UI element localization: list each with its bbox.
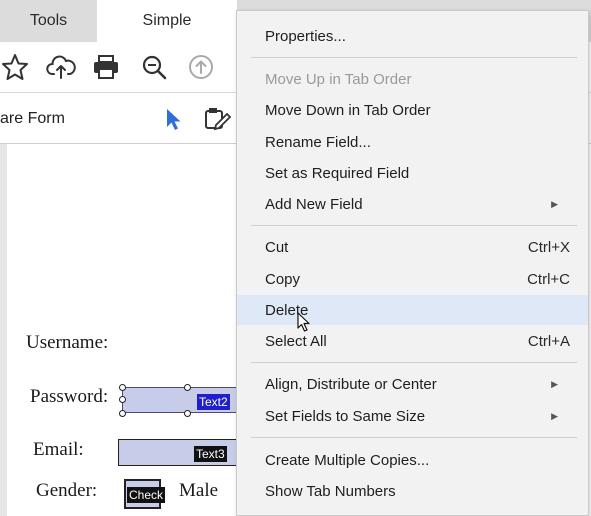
menu-item-set-same-size[interactable]: Set Fields to Same Size ▶ <box>237 401 588 431</box>
resize-handle[interactable] <box>119 396 126 403</box>
menu-item-label: Copy <box>265 270 301 288</box>
tab-simple-label: Simple <box>142 12 192 29</box>
checkbox-field-name: Check <box>127 487 166 503</box>
menu-item-properties[interactable]: Properties... <box>237 21 588 51</box>
menu-item-create-copies[interactable]: Create Multiple Copies... <box>237 445 588 475</box>
menu-item-set-required[interactable]: Set as Required Field <box>237 158 588 188</box>
select-pointer-icon[interactable] <box>160 105 188 133</box>
menu-item-label: Move Up in Tab Order <box>265 70 412 88</box>
menu-item-label: Set as Required Field <box>265 164 410 182</box>
password-label: Password: <box>30 386 109 407</box>
prepare-form-title: are Form <box>0 110 65 127</box>
context-menu: Properties... Move Up in Tab Order Move … <box>236 10 589 516</box>
password-field-name: Text2 <box>197 394 230 410</box>
menu-divider <box>251 225 577 226</box>
tab-tools[interactable]: Tools <box>0 0 97 42</box>
menu-item-shortcut: Ctrl+X <box>527 238 570 256</box>
resize-handle[interactable] <box>119 410 126 417</box>
tab-simple[interactable]: Simple <box>97 0 237 42</box>
menu-item-label: Move Down in Tab Order <box>265 101 431 119</box>
submenu-arrow-icon: ▶ <box>551 198 558 209</box>
menu-item-align-distribute[interactable]: Align, Distribute or Center ▶ <box>237 369 588 399</box>
submenu-arrow-icon: ▶ <box>551 378 558 389</box>
tab-tools-label: Tools <box>29 12 68 29</box>
submenu-arrow-icon: ▶ <box>551 410 558 421</box>
email-field-name: Text3 <box>194 446 227 462</box>
resize-handle[interactable] <box>119 384 126 391</box>
menu-item-label: Align, Distribute or Center <box>265 375 437 393</box>
menu-item-label: Select All <box>265 332 327 350</box>
menu-item-label: Rename Field... <box>265 133 371 151</box>
menu-item-label: Create Multiple Copies... <box>265 451 430 469</box>
cloud-upload-icon[interactable] <box>46 52 76 82</box>
menu-item-select-all[interactable]: Select All Ctrl+A <box>237 326 588 356</box>
menu-item-label: Add New Field <box>265 195 363 213</box>
up-arrow-icon[interactable] <box>186 52 216 82</box>
menu-item-show-tab-numbers[interactable]: Show Tab Numbers <box>237 476 588 506</box>
star-icon[interactable] <box>0 52 30 82</box>
menu-divider <box>251 57 577 58</box>
menu-item-shortcut: Ctrl+A <box>527 332 570 350</box>
menu-item-move-down[interactable]: Move Down in Tab Order <box>237 95 588 125</box>
mouse-cursor-icon <box>297 312 310 332</box>
menu-divider <box>251 362 577 363</box>
email-field[interactable] <box>118 439 246 466</box>
print-icon[interactable] <box>91 52 121 82</box>
resize-handle[interactable] <box>184 384 191 391</box>
menu-item-label: Show Tab Numbers <box>265 482 396 500</box>
menu-item-label: Set Fields to Same Size <box>265 407 426 425</box>
menu-item-move-up: Move Up in Tab Order <box>237 64 588 94</box>
menu-item-cut[interactable]: Cut Ctrl+X <box>237 232 588 262</box>
menu-item-shortcut: Ctrl+C <box>527 270 570 288</box>
male-label: Male <box>179 480 219 501</box>
zoom-icon[interactable] <box>139 52 169 82</box>
username-label: Username: <box>26 332 109 353</box>
edit-text-field-icon[interactable] <box>203 105 231 133</box>
resize-handle[interactable] <box>184 410 191 417</box>
menu-item-label: Properties... <box>265 27 346 45</box>
menu-item-copy[interactable]: Copy Ctrl+C <box>237 264 588 294</box>
email-label: Email: <box>33 439 84 460</box>
menu-item-rename-field[interactable]: Rename Field... <box>237 127 588 157</box>
menu-item-label: Cut <box>265 238 289 256</box>
gender-label: Gender: <box>36 480 98 501</box>
menu-divider <box>251 437 577 438</box>
menu-item-add-new-field[interactable]: Add New Field ▶ <box>237 189 588 219</box>
menu-item-delete[interactable]: Delete <box>237 295 588 325</box>
